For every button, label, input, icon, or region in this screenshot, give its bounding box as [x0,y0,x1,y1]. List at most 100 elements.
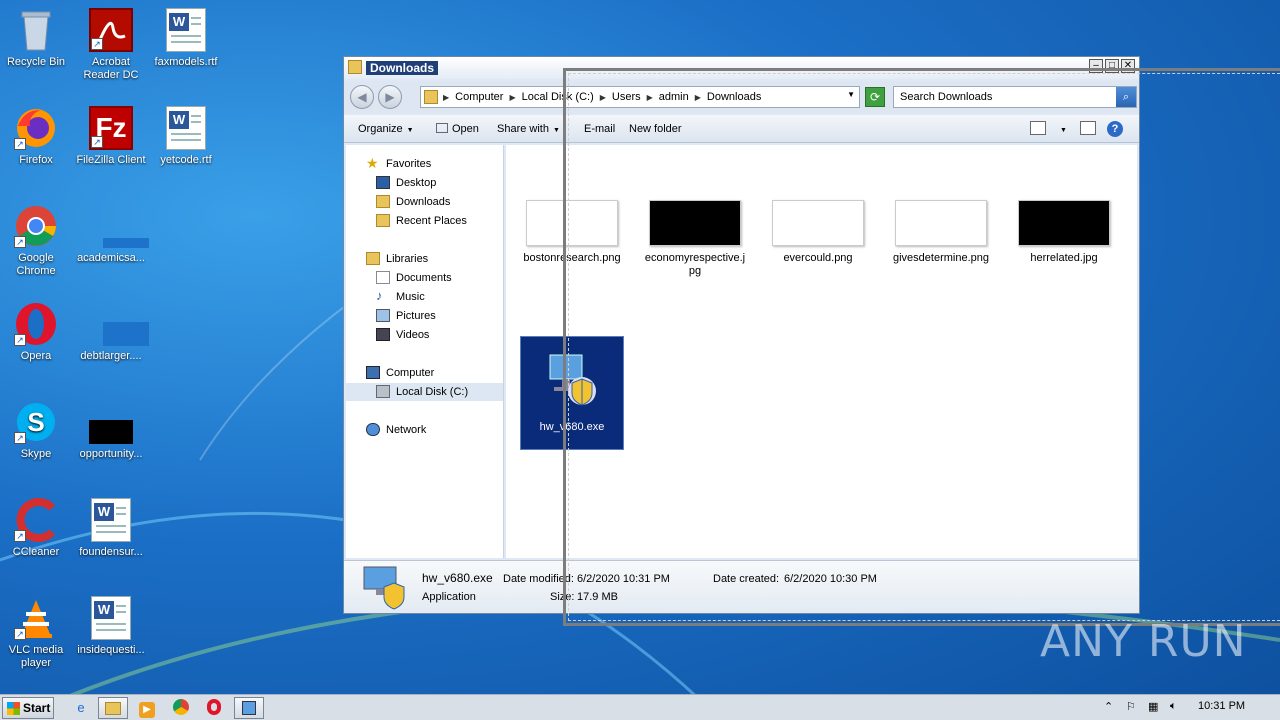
desktop-icon-opera[interactable]: ↗ Opera [0,302,72,363]
change-view-icon[interactable] [1030,121,1046,135]
breadcrumb-downloads[interactable]: Downloads [707,91,761,103]
desktop-icon-foundensur[interactable]: W foundensur... [75,498,147,559]
breadcrumb-users[interactable]: Users [612,91,641,103]
nav-local-disk[interactable]: Local Disk (C:) [346,383,503,401]
desktop-icon-vlc[interactable]: ↗ VLC media player [0,596,72,670]
title-bar[interactable]: Downloads – □ ✕ [344,57,1139,79]
window-controls: – □ ✕ [1089,59,1135,73]
nav-computer[interactable]: Computer [346,364,503,382]
nav-downloads[interactable]: Downloads [346,193,503,211]
desktop-icon-chrome[interactable]: ↗ Google Chrome [0,204,72,278]
nav-desktop[interactable]: Desktop [346,174,503,192]
windows-flag-icon [7,702,20,715]
star-icon: ★ [366,155,379,171]
music-icon: ♪ [376,288,383,303]
desktop-icon-skype[interactable]: S ↗ Skype [0,400,72,461]
help-icon[interactable]: ? [1107,121,1123,137]
share-with-button[interactable]: Share with ▼ [497,123,560,135]
file-item[interactable]: herrelated.jpg [1012,200,1116,265]
videos-icon [376,328,390,341]
image-thumbnail [1018,200,1110,246]
file-item-selected[interactable]: hw_v680.exe [520,336,624,450]
word-doc-icon: W [164,106,208,150]
forward-button[interactable]: ▶ [378,85,402,109]
folder-icon [348,60,362,74]
chevron-down-icon[interactable]: ▼ [1056,123,1067,135]
start-button[interactable]: Start [2,697,54,719]
back-button[interactable]: ◀ [350,85,374,109]
computer-icon [366,366,380,379]
watermark-logo: ANY RUN [1040,616,1247,667]
breadcrumb-computer[interactable]: Computer [455,91,503,103]
chrome-taskbar-icon[interactable] [166,697,196,719]
file-item[interactable]: economyrespective.jpg [643,200,747,278]
action-center-flag-icon[interactable]: ⚐ [1126,700,1136,713]
new-folder-button[interactable]: New folder [629,123,682,135]
internet-explorer-icon[interactable]: e [66,697,96,719]
desktop-icon-acrobat[interactable]: ↗ Acrobat Reader DC [75,8,147,82]
system-tray: ⌃ ⚐ ▦ 🔈︎ 10:31 PM [1100,695,1280,720]
preview-pane-icon[interactable] [1080,121,1096,135]
folder-icon [424,90,438,104]
volume-icon[interactable]: 🔈︎ [1170,700,1177,713]
file-item[interactable]: bostonresearch.png [520,200,624,265]
recent-places-icon [376,214,390,227]
email-button[interactable]: E-mail [584,123,615,135]
black-image-icon [89,400,133,444]
desktop-icon-recycle-bin[interactable]: Recycle Bin [0,8,72,69]
window-title: Downloads [366,61,439,75]
nav-music[interactable]: ♪ Music [346,288,503,306]
acrobat-icon: ↗ [89,8,133,52]
network-tray-icon[interactable]: ▦ [1148,700,1158,713]
desktop-icon-opportunity[interactable]: opportunity... [75,400,147,461]
show-hidden-icons-icon[interactable]: ⌃ [1104,700,1113,713]
file-item[interactable]: evercould.png [766,200,870,265]
nav-documents[interactable]: Documents [346,269,503,287]
search-placeholder: Search Downloads [900,91,993,103]
file-item[interactable]: givesdetermine.png [889,200,993,265]
explorer-taskbar-icon[interactable] [98,697,128,719]
desktop-icon-firefox[interactable]: ↗ Firefox [0,106,72,167]
nav-network[interactable]: Network [346,421,503,439]
desktop-icon-ccleaner[interactable]: ↗ CCleaner [0,498,72,559]
nav-recent-places[interactable]: Recent Places [346,212,503,230]
nav-pictures[interactable]: Pictures [346,307,503,325]
close-button[interactable]: ✕ [1121,59,1135,73]
search-icon[interactable]: ⌕ [1116,87,1136,107]
address-bar-row: ◀ ▶ ▶ Computer ▶ Local Disk (C:) ▶ Users… [344,81,1139,113]
opera-taskbar-icon[interactable] [199,697,229,719]
libraries-icon [366,252,380,265]
maximize-button[interactable]: □ [1105,59,1119,73]
installer-taskbar-icon[interactable] [234,697,264,719]
desktop-icon-insidequesti[interactable]: W insidequesti... [75,596,147,657]
nav-videos[interactable]: Videos [346,326,503,344]
organize-button[interactable]: Organize ▼ [358,123,414,135]
pictures-icon [376,309,390,322]
desktop-icon-yetcode[interactable]: W yetcode.rtf [150,106,222,167]
chevron-down-icon[interactable]: ▼ [847,90,855,99]
desktop-icon-academicsa[interactable]: academicsa... [75,204,149,265]
open-button[interactable]: Open [436,123,479,135]
disk-icon [376,385,390,398]
svg-text:S: S [27,407,44,437]
search-input[interactable]: Search Downloads ⌕ [893,86,1137,108]
nav-favorites[interactable]: ★ Favorites [346,155,503,173]
breadcrumb-admin[interactable]: admin [659,91,689,103]
documents-icon [376,271,390,284]
details-created-label: Date created: [713,573,780,585]
nav-libraries[interactable]: Libraries [346,250,503,268]
explorer-window[interactable]: Downloads – □ ✕ ◀ ▶ ▶ Computer ▶ Local D… [343,56,1140,614]
desktop-icon-debtlarger[interactable]: debtlarger.... [75,302,149,363]
downloads-folder-icon [376,195,390,208]
breadcrumb-local-disk[interactable]: Local Disk (C:) [522,91,594,103]
address-bar[interactable]: ▶ Computer ▶ Local Disk (C:) ▶ Users ▶ a… [420,86,860,108]
desktop-icon-filezilla[interactable]: Fz ↗ FileZilla Client [75,106,147,167]
refresh-button[interactable]: ⟳ [865,87,885,107]
media-player-icon[interactable]: ▶ [132,697,162,719]
installer-exe-icon [362,565,410,611]
clock[interactable]: 10:31 PM [1198,700,1245,712]
desktop-icon-faxmodels[interactable]: W faxmodels.rtf [150,8,222,69]
network-icon [366,423,380,436]
installer-exe-icon [542,351,602,411]
minimize-button[interactable]: – [1089,59,1103,73]
